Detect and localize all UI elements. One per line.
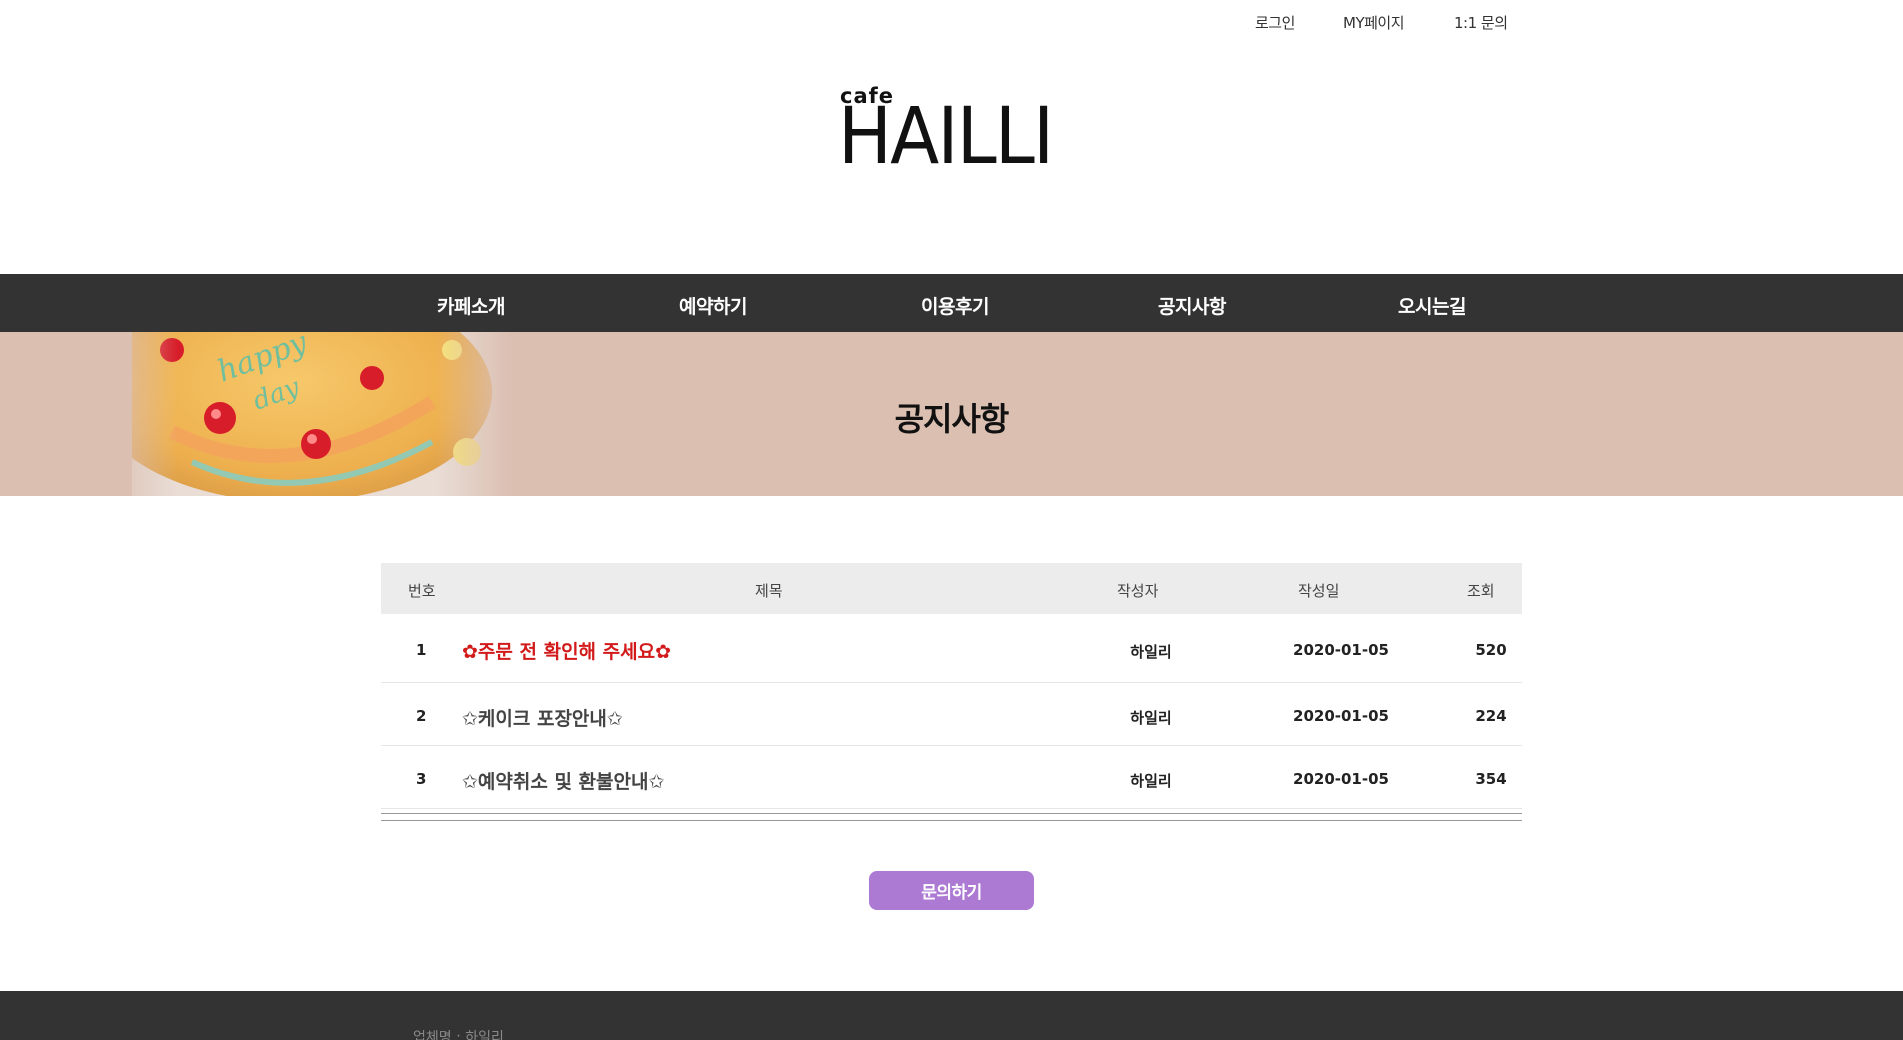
top-utility-bar: 로그인 MY페이지 1:1 문의	[0, 0, 1903, 44]
page-banner: happy day 공지사항	[0, 332, 1903, 496]
table-row[interactable]: 2 ✩케이크 포장안내✩ 하일리 2020-01-05 224	[381, 683, 1522, 746]
table-bottom-divider	[381, 813, 1522, 821]
logo-main-text: HAILLI	[838, 92, 1054, 182]
header-author: 작성자	[1117, 582, 1159, 600]
header-number: 번호	[408, 582, 436, 600]
row-number: 1	[416, 641, 427, 659]
login-link[interactable]: 로그인	[1255, 12, 1295, 33]
main-navigation: 카페소개 예약하기 이용후기 공지사항 오시는길	[0, 274, 1903, 332]
row-author: 하일리	[1130, 643, 1172, 661]
page-title: 공지사항	[894, 400, 1010, 438]
notice-board: 번호 제목 작성자 작성일 조회 1 ✿주문 전 확인해 주세요✿ 하일리 20…	[381, 563, 1522, 821]
row-author: 하일리	[1130, 709, 1172, 727]
row-views: 224	[1475, 707, 1507, 725]
header-date: 작성일	[1298, 582, 1340, 600]
row-date: 2020-01-05	[1293, 707, 1389, 725]
row-number: 2	[416, 707, 427, 725]
nav-item-cafe-intro[interactable]: 카페소개	[437, 292, 505, 319]
nav-item-directions[interactable]: 오시는길	[1398, 292, 1466, 319]
one-on-one-inquiry-link[interactable]: 1:1 문의	[1454, 12, 1508, 33]
nav-item-reviews[interactable]: 이용후기	[921, 292, 989, 319]
row-views: 354	[1475, 770, 1507, 788]
post-title-link[interactable]: ✩케이크 포장안내✩	[462, 704, 623, 731]
inquiry-button[interactable]: 문의하기	[869, 871, 1034, 910]
row-date: 2020-01-05	[1293, 641, 1389, 659]
table-row[interactable]: 3 ✩예약취소 및 환불안내✩ 하일리 2020-01-05 354	[381, 746, 1522, 809]
row-date: 2020-01-05	[1293, 770, 1389, 788]
row-views: 520	[1475, 641, 1507, 659]
post-title-link[interactable]: ✿주문 전 확인해 주세요✿	[462, 637, 671, 664]
nav-item-reservation[interactable]: 예약하기	[679, 292, 747, 319]
post-title-link[interactable]: ✩예약취소 및 환불안내✩	[462, 767, 664, 794]
row-number: 3	[416, 770, 427, 788]
table-body: 1 ✿주문 전 확인해 주세요✿ 하일리 2020-01-05 520 2 ✩케…	[381, 614, 1522, 809]
nav-item-notice[interactable]: 공지사항	[1158, 292, 1226, 319]
table-header: 번호 제목 작성자 작성일 조회	[381, 563, 1522, 614]
header-title: 제목	[755, 582, 783, 600]
table-row[interactable]: 1 ✿주문 전 확인해 주세요✿ 하일리 2020-01-05 520	[381, 614, 1522, 683]
header-views: 조회	[1467, 582, 1495, 600]
site-footer: 업체명 : 하일리	[0, 991, 1903, 1040]
mypage-link[interactable]: MY페이지	[1343, 12, 1405, 33]
site-logo[interactable]: cafe HAILLI	[838, 84, 1068, 184]
footer-company-name: 업체명 : 하일리	[413, 1030, 504, 1040]
row-author: 하일리	[1130, 772, 1172, 790]
